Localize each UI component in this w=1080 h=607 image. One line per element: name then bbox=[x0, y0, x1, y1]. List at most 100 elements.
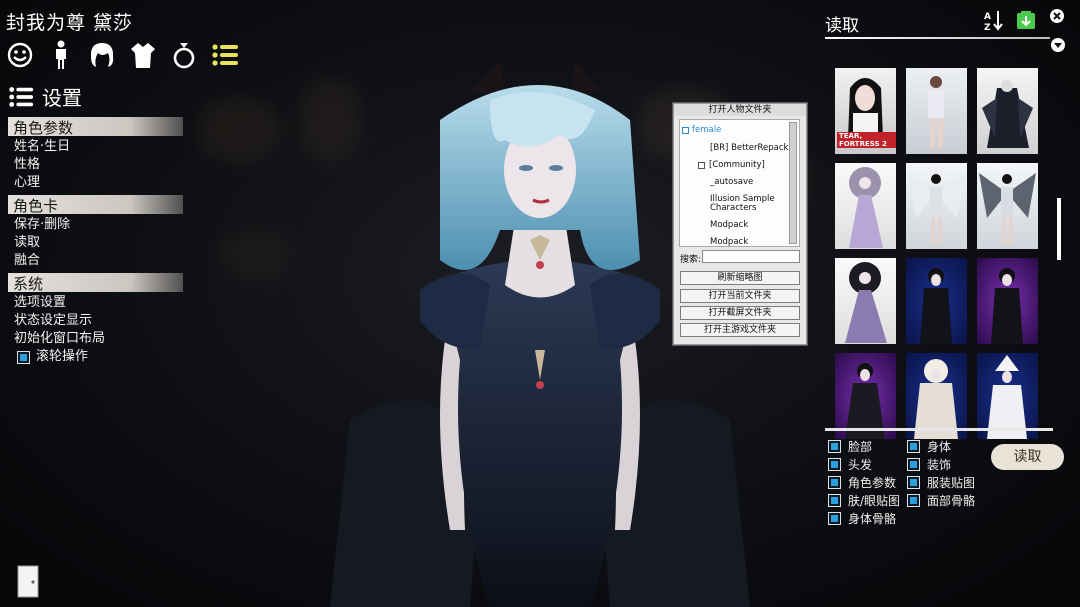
settings-header: 设置 bbox=[8, 82, 82, 111]
option-checkbox[interactable] bbox=[828, 512, 841, 525]
search-label: 搜索: bbox=[680, 255, 702, 265]
body-icon[interactable] bbox=[47, 40, 75, 70]
settings-title: 设置 bbox=[42, 86, 82, 110]
face-icon[interactable] bbox=[6, 40, 34, 70]
option-label: 服装贴图 bbox=[927, 476, 976, 490]
load-option-character-params[interactable]: 角色参数 bbox=[828, 474, 896, 491]
save-folder-icon[interactable] bbox=[1015, 9, 1037, 31]
search-input[interactable] bbox=[702, 250, 800, 263]
character-card[interactable]: TEAR, FORTRESS 2 bbox=[835, 68, 896, 154]
tree-collapse-icon[interactable] bbox=[698, 162, 705, 169]
folder-tree-scrollbar[interactable] bbox=[789, 122, 797, 244]
tree-node-modpack-2[interactable]: Modpack bbox=[710, 238, 800, 247]
menu-item-options[interactable]: 选项设置 bbox=[8, 294, 183, 312]
options-divider bbox=[825, 428, 1053, 431]
wheel-operation-checkbox[interactable] bbox=[17, 350, 30, 364]
load-option-body[interactable]: 身体 bbox=[907, 438, 951, 455]
option-label: 面部骨骼 bbox=[927, 494, 976, 508]
option-checkbox[interactable] bbox=[828, 476, 841, 489]
open-screenshot-folder-button[interactable]: 打开截屏文件夹 bbox=[680, 306, 800, 320]
tree-node-label: female bbox=[692, 125, 722, 135]
option-checkbox[interactable] bbox=[907, 458, 920, 471]
character-card[interactable] bbox=[906, 163, 967, 249]
open-main-game-folder-button[interactable]: 打开主游戏文件夹 bbox=[680, 323, 800, 337]
tree-node-community[interactable]: [Community] bbox=[698, 161, 788, 170]
settings-menu: 角色参数 姓名·生日 性格 心理 角色卡 保存·删除 读取 融合 系统 选项设置… bbox=[8, 117, 183, 366]
menu-item-personality[interactable]: 性格 bbox=[8, 156, 183, 174]
option-checkbox[interactable] bbox=[907, 476, 920, 489]
load-option-hair[interactable]: 头发 bbox=[828, 456, 872, 473]
load-option-face[interactable]: 脸部 bbox=[828, 438, 872, 455]
character-card[interactable] bbox=[977, 353, 1038, 439]
option-checkbox[interactable] bbox=[907, 494, 920, 507]
accessory-ring-icon[interactable] bbox=[170, 40, 198, 70]
clothes-icon[interactable] bbox=[129, 40, 157, 70]
option-checkbox[interactable] bbox=[828, 458, 841, 471]
character-card[interactable] bbox=[906, 258, 967, 344]
character-card[interactable] bbox=[906, 68, 967, 154]
settings-list-icon bbox=[9, 86, 34, 107]
chevron-down-icon[interactable] bbox=[1050, 37, 1066, 53]
load-button[interactable]: 读取 bbox=[991, 444, 1064, 470]
tree-node-illusion-sample[interactable]: Illusion Sample Characters bbox=[710, 195, 800, 213]
character-card[interactable] bbox=[835, 258, 896, 344]
folder-popup-title: 打开人物文件夹 bbox=[674, 104, 806, 116]
character-card[interactable] bbox=[835, 353, 896, 439]
category-character-params[interactable]: 角色参数 bbox=[8, 117, 183, 137]
option-checkbox[interactable] bbox=[828, 494, 841, 507]
character-name-title: 封我为尊 黛莎 bbox=[6, 12, 134, 34]
folder-tree: female [BR] BetterRepack [Community] _au… bbox=[679, 119, 800, 247]
menu-item-psychology[interactable]: 心理 bbox=[8, 174, 183, 192]
background-bokeh bbox=[200, 100, 280, 160]
sort-az-icon[interactable]: A Z bbox=[983, 9, 1005, 31]
wheel-operation-label: 滚轮操作 bbox=[36, 349, 89, 364]
character-card[interactable] bbox=[835, 163, 896, 249]
tree-node-modpack[interactable]: Modpack bbox=[710, 221, 800, 230]
load-option-clothing-texture[interactable]: 服装贴图 bbox=[907, 474, 975, 491]
option-label: 身体 bbox=[927, 440, 952, 454]
card-grid-scrollbar[interactable] bbox=[1057, 198, 1061, 260]
menu-item-status-display[interactable]: 状态设定显示 bbox=[8, 312, 183, 330]
close-icon[interactable] bbox=[1049, 8, 1065, 24]
menu-item-reset-layout[interactable]: 初始化窗口布局 bbox=[8, 330, 183, 348]
load-panel-divider bbox=[825, 37, 1050, 39]
option-checkbox[interactable] bbox=[828, 440, 841, 453]
menu-item-fusion[interactable]: 融合 bbox=[8, 252, 183, 270]
tree-node-female[interactable]: female bbox=[682, 126, 772, 135]
option-label: 身体骨骼 bbox=[848, 512, 897, 526]
character-card[interactable] bbox=[977, 163, 1038, 249]
folder-popup: 打开人物文件夹 female [BR] BetterRepack [Commun… bbox=[673, 103, 807, 345]
option-label: 头发 bbox=[848, 458, 873, 472]
open-current-folder-button[interactable]: 打开当前文件夹 bbox=[680, 289, 800, 303]
load-panel-title: 读取 bbox=[825, 16, 859, 36]
menu-item-name-birthday[interactable]: 姓名·生日 bbox=[8, 138, 183, 156]
character-card-grid: TEAR, FORTRESS 2 bbox=[835, 68, 1038, 439]
svg-text:A: A bbox=[984, 12, 991, 22]
tree-expand-icon[interactable] bbox=[682, 127, 689, 134]
hair-icon[interactable] bbox=[88, 40, 116, 70]
option-checkbox[interactable] bbox=[907, 440, 920, 453]
option-label: 脸部 bbox=[848, 440, 873, 454]
character-card[interactable] bbox=[977, 258, 1038, 344]
load-option-face-bones[interactable]: 面部骨骼 bbox=[907, 492, 975, 509]
card-title-label: TEAR, FORTRESS 2 bbox=[837, 132, 896, 148]
background-bokeh bbox=[220, 230, 290, 280]
menu-item-load[interactable]: 读取 bbox=[8, 234, 183, 252]
load-option-body-bones[interactable]: 身体骨骼 bbox=[828, 510, 896, 527]
tree-node-autosave[interactable]: _autosave bbox=[710, 178, 800, 187]
category-character-card[interactable]: 角色卡 bbox=[8, 195, 183, 215]
option-label: 肤/眼贴图 bbox=[848, 494, 901, 508]
load-option-accessories[interactable]: 装饰 bbox=[907, 456, 951, 473]
wheel-operation-toggle[interactable]: 滚轮操作 bbox=[8, 348, 183, 366]
tree-node-betterrepack[interactable]: [BR] BetterRepack bbox=[710, 144, 800, 153]
option-label: 角色参数 bbox=[848, 476, 897, 490]
character-card[interactable] bbox=[977, 68, 1038, 154]
load-option-skin-eye-texture[interactable]: 肤/眼贴图 bbox=[828, 492, 900, 509]
menu-item-save-delete[interactable]: 保存·删除 bbox=[8, 216, 183, 234]
tree-node-label: [Community] bbox=[709, 160, 765, 170]
character-card[interactable] bbox=[906, 353, 967, 439]
category-system[interactable]: 系统 bbox=[8, 273, 183, 293]
exit-door-icon[interactable] bbox=[17, 565, 39, 598]
system-list-icon[interactable] bbox=[211, 40, 239, 70]
refresh-thumbnails-button[interactable]: 刷新缩略图 bbox=[680, 271, 800, 285]
